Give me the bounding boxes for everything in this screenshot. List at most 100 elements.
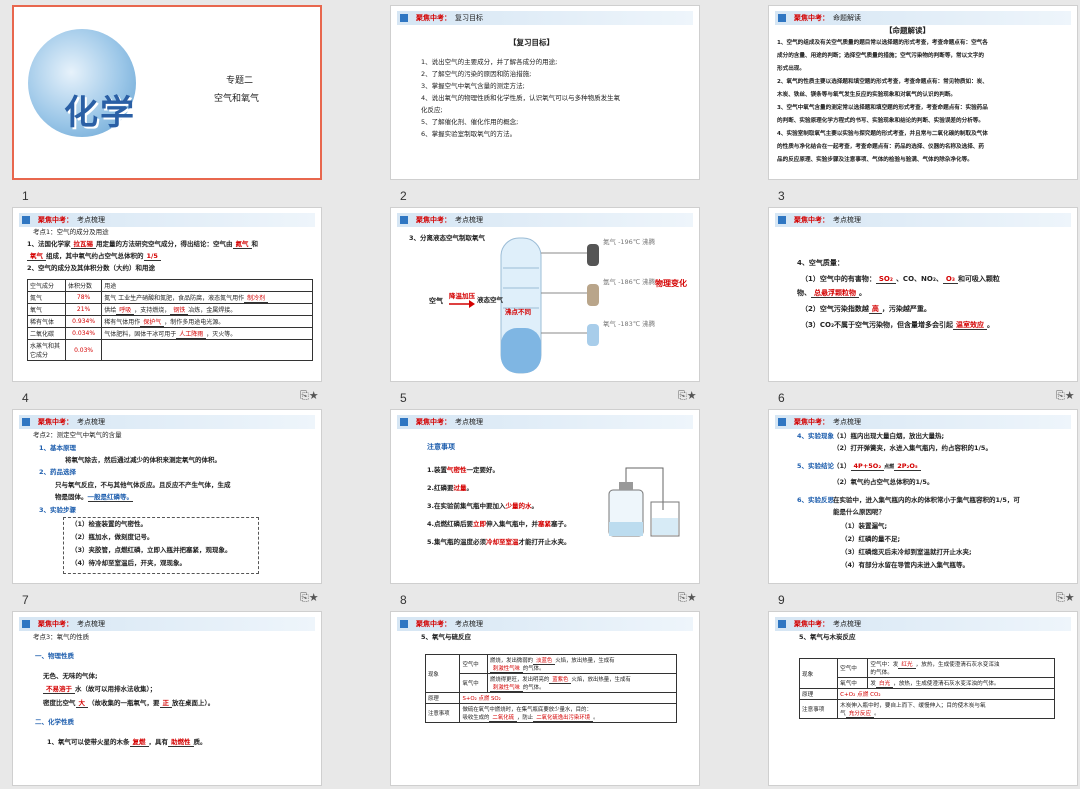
slide-thumbnail-7[interactable]: 聚焦中考： 考点梳理 考点2：测定空气中氧气的含量 1、基本原理 将氧气除去，然… <box>12 409 322 584</box>
label-cool-compress: 降温加压 <box>449 292 475 300</box>
header-square-icon <box>778 216 786 224</box>
table-cell: 空气中 <box>459 654 488 674</box>
table-cell: 燃烧，发出微弱的 淡蓝色 火焰，放出热量，生成有 刺激性气味 的气体。 <box>486 654 678 674</box>
slide-header: 聚焦中考： 考点梳理 <box>397 617 693 631</box>
animation-star-icon[interactable]: ⎘★ <box>1056 591 1075 605</box>
slide-thumbnail-12[interactable]: 聚焦中考： 考点梳理 5、氧气与木炭反应 现象 空气中 空气中：发 红光 ，放热，生… <box>768 611 1078 786</box>
slide-number: 6 <box>778 391 785 405</box>
content-line: 能是什么原因呢？ <box>833 508 885 516</box>
table-cell: 注意事项 <box>424 703 461 723</box>
table-cell: 发白光 ，放热，生成使澄清石灰水变浑浊的气体。 <box>867 677 1055 689</box>
header-square-icon <box>778 14 786 22</box>
table-cell: C+O₂ 点燃 CO₂ <box>837 688 1055 700</box>
table-cell: 氮气 工业生产硝酸和氮肥，食品防腐，液态氮气用作 制冷剂 <box>101 291 313 304</box>
label-argon: 氩气 -186℃ 沸腾 <box>603 278 656 286</box>
animation-star-icon[interactable]: ⎘★ <box>678 389 697 403</box>
analysis-line: 1、空气的组成及有关空气质量的题目常以选择题的形式考查，考查命题点有：空气各 <box>777 40 988 46</box>
header-title: 考点梳理 <box>77 620 105 628</box>
content-line: （2）打开弹簧夹，水进入集气瓶内，约占容积的1/5。 <box>833 444 992 452</box>
table-cell: 氮气 <box>27 291 66 304</box>
header-square-icon <box>400 418 408 426</box>
section-heading: 4、实验现象 <box>797 432 835 440</box>
table-row: 原理 C+O₂ 点燃 CO₂ <box>798 688 1055 700</box>
section-heading: 3、实验步骤 <box>39 506 77 514</box>
slide-thumbnail-9[interactable]: 聚焦中考： 考点梳理 4、实验现象 （1）瓶内出现大量白烟，放出大量热; （2）… <box>768 409 1078 584</box>
slide-header: 聚焦中考： 考点梳理 <box>19 415 315 429</box>
slide-thumbnail-1[interactable]: 化学 专题二 空气和氧气 <box>12 5 322 180</box>
content-line: 只与氧气反应，不与其他气体反应。且反应不产生气体，生成 <box>55 481 231 489</box>
content-line: 氧气 组成，其中氧气约占空气总体积的 1/5 <box>27 252 161 261</box>
point-title: 考点2：测定空气中氧气的含量 <box>33 431 122 439</box>
table-cell: 稀有气体用作 保护气 ，制作多用途电光源。 <box>101 315 313 328</box>
slide-thumbnail-3[interactable]: 聚焦中考： 命题解读 【命题解读】 1、空气的组成及有关空气质量的题目常以选择题… <box>768 5 1078 180</box>
header-title: 考点梳理 <box>833 418 861 426</box>
label-nitrogen: 氮气 -196℃ 沸腾 <box>603 238 656 246</box>
table-cell: 稀有气体 <box>27 315 66 328</box>
objective-item: 化反应; <box>421 106 443 114</box>
table-cell: 燃烧得更旺，发出明亮的 蓝紫色 火焰，放出热量，生成有 刺激性气味 的气体。 <box>486 673 678 693</box>
animation-star-icon[interactable]: ⎘★ <box>678 591 697 605</box>
content-line: 无色、无味的气体; <box>43 672 98 680</box>
content-line: 5、氧气与硫反应 <box>421 633 472 641</box>
table-row: 氧气中 燃烧得更旺，发出明亮的 蓝紫色 火焰，放出热量，生成有 刺激性气味 的气体。 <box>426 673 678 693</box>
section-heading: 1、基本原理 <box>39 444 77 452</box>
table-cell: 现象 <box>424 654 461 693</box>
content-line: （2）氧气约占空气总体积的1/5。 <box>833 478 934 486</box>
slide-header: 聚焦中考： 考点梳理 <box>775 213 1071 227</box>
header-label: 聚焦中考： <box>38 216 73 224</box>
animation-star-icon[interactable]: ⎘★ <box>1056 389 1075 403</box>
table-row: 原理 S+O₂ 点燃 SO₂ <box>424 692 677 704</box>
objective-item: 5、了解催化剂、催化作用的概念; <box>421 118 519 126</box>
header-square-icon <box>22 216 30 224</box>
slide-thumbnail-4[interactable]: 聚焦中考： 考点梳理 考点1：空气的成分及用途 1、法国化学家 拉瓦锡 用定量的方法… <box>12 207 322 382</box>
objective-item: 1、说出空气的主要成分，并了解各成分的用途; <box>421 58 558 66</box>
reflection-item: （4）有部分水留在导管内未进入集气瓶等。 <box>841 561 970 569</box>
header-square-icon <box>22 620 30 628</box>
point-title: 考点3：氧气的性质 <box>33 633 90 641</box>
content-line: （3）CO₂不属于空气污染物，但含量增多会引起 温室效应。 <box>801 321 995 330</box>
content-line: 不易溶于 水（故可以用排水法收集）； <box>43 685 156 694</box>
header-square-icon <box>778 620 786 628</box>
header-title: 考点梳理 <box>77 216 105 224</box>
sulfur-reaction-table: 现象 空气中 燃烧，发出微弱的 淡蓝色 火焰，放出热量，生成有 刺激性气味 的气体。 氧… <box>424 654 678 723</box>
slide-thumbnail-8[interactable]: 聚焦中考： 考点梳理 注意事项 1.装置气密性一定要好。 2.红磷要过量。 3.… <box>390 409 700 584</box>
header-title: 考点梳理 <box>77 418 105 426</box>
fractional-distillation-diagram <box>449 237 599 374</box>
header-square-icon <box>400 14 408 22</box>
note-item: 2.红磷要过量。 <box>427 484 473 492</box>
point-title: 考点1：空气的成分及用途 <box>33 228 109 236</box>
slide-thumbnail-11[interactable]: 聚焦中考： 考点梳理 5、氧气与硫反应 现象 空气中 燃烧，发出微弱的 淡蓝色 火焰… <box>390 611 700 786</box>
table-cell: 原理 <box>424 692 461 704</box>
equation-line: （1） 4P+5O₂ 点燃 2P₂O₅ <box>833 462 921 471</box>
table-cell: 水蒸气和其它成分 <box>27 339 66 361</box>
slide-thumbnail-5[interactable]: 聚焦中考： 考点梳理 3、分离液态空气制取氧气 空气 降温加压 液态空气 沸点不… <box>390 207 700 382</box>
table-cell: 21% <box>64 303 103 316</box>
animation-star-icon[interactable]: ⎘★ <box>300 591 319 605</box>
slide-header: 聚焦中考： 复习目标 <box>397 11 693 25</box>
objective-item: 6、掌握实验室制取氧气的方法。 <box>421 130 517 138</box>
step-item: （4）待冷却至室温后，开夹，观现象。 <box>71 559 187 567</box>
header-square-icon <box>22 418 30 426</box>
table-cell: 原理 <box>798 688 839 700</box>
slide-thumbnail-2[interactable]: 聚焦中考： 复习目标 【复习目标】 1、说出空气的主要成分，并了解各成分的用途;… <box>390 5 700 180</box>
objective-item: 4、说出氧气的物理性质和化学性质，认识氧气可以与多种物质发生氧 <box>421 94 621 102</box>
content-line: 在实验中，进入集气瓶内的水的体积常小于集气瓶容积的1/5，可 <box>833 496 1020 504</box>
step-item: （1）检查装置的气密性。 <box>71 520 148 528</box>
header-label: 聚焦中考： <box>794 418 829 426</box>
slide-number: 3 <box>778 189 785 203</box>
table-header-row: 空气成分 体积分数 用途 <box>27 279 313 292</box>
section-heading: 6、实验反思 <box>797 496 835 504</box>
animation-star-icon[interactable]: ⎘★ <box>300 389 319 403</box>
slide-thumbnail-6[interactable]: 聚焦中考： 考点梳理 4、空气质量： （1）空气中的有害物： SO₂ 、CO、NO₂… <box>768 207 1078 382</box>
header-label: 聚焦中考： <box>794 216 829 224</box>
table-cell: S+O₂ 点燃 SO₂ <box>459 692 677 704</box>
slide-header: 聚焦中考： 考点梳理 <box>19 617 315 631</box>
table-cell: 做硫在氧气中燃烧时，在集气瓶底要放少量水，目的： 吸收生成的 二氧化硫 ，防止 二氧化硫… <box>459 703 677 723</box>
slide-thumbnail-10[interactable]: 聚焦中考： 考点梳理 考点3：氧气的性质 一、物理性质 无色、无味的气体; 不易… <box>12 611 322 786</box>
section-heading: 二、化学性质 <box>35 718 74 726</box>
header-label: 聚焦中考： <box>794 620 829 628</box>
section-heading: 注意事项 <box>427 443 455 451</box>
slide-header: 聚焦中考： 考点梳理 <box>775 415 1071 429</box>
section-heading: 一、物理性质 <box>35 652 74 660</box>
content-line: （2）空气污染指数越高，污染越严重。 <box>801 305 931 314</box>
